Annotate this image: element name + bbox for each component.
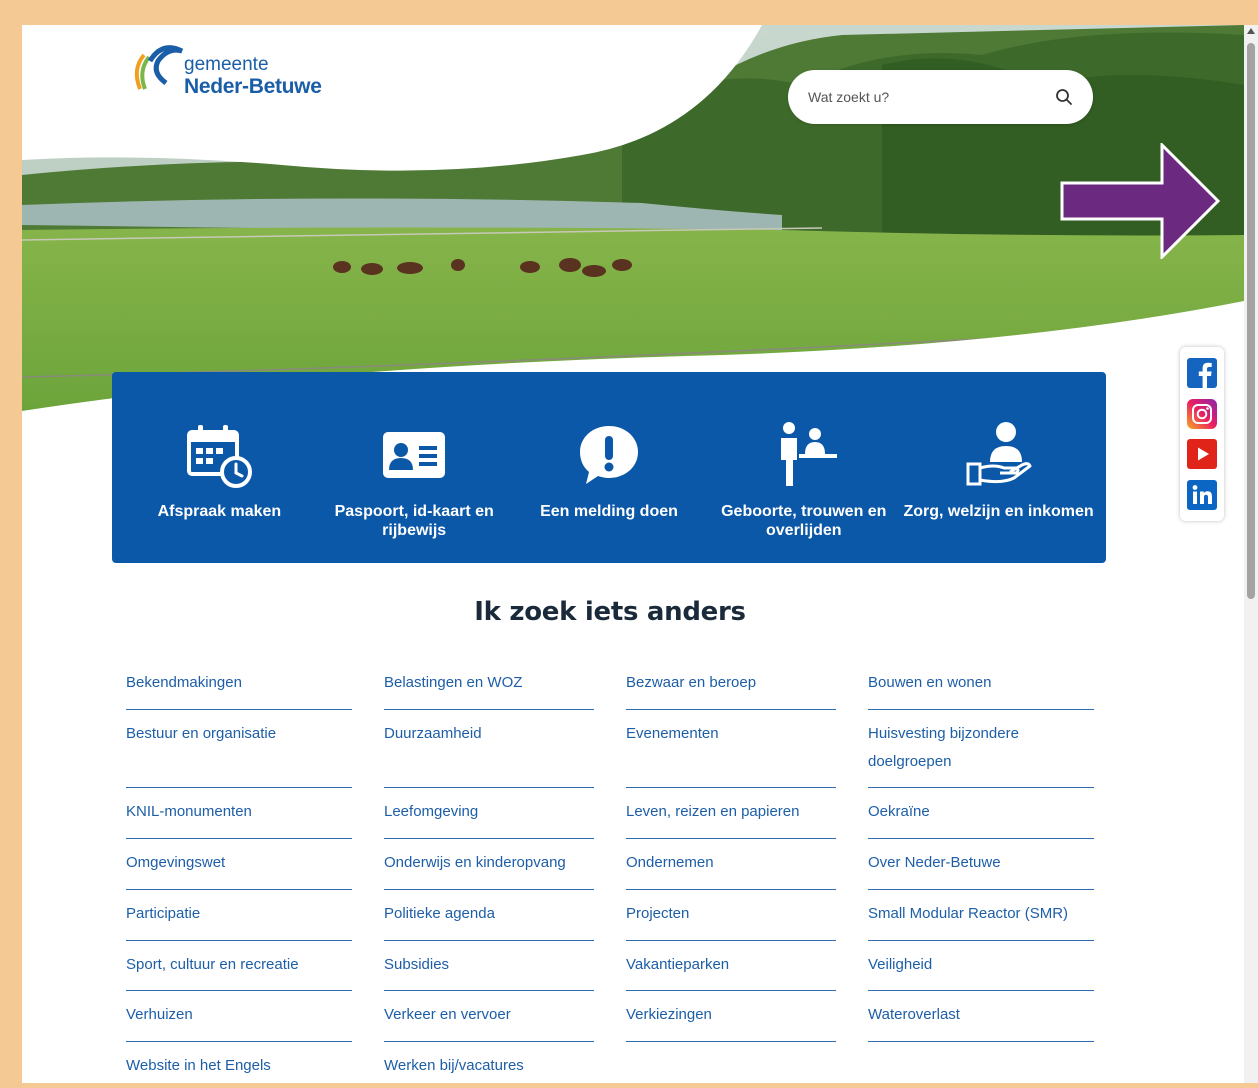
section-title: Ik zoek iets anders	[474, 597, 746, 627]
topic-link[interactable]: Wateroverlast	[868, 991, 1094, 1042]
topic-link[interactable]: Small Modular Reactor (SMR)	[868, 890, 1094, 941]
tile-label: Paspoort, id-kaart en rijbewijs	[334, 503, 494, 540]
tile-label: Geboorte, trouwen en overlijden	[721, 503, 887, 540]
topic-link[interactable]: Vakantieparken	[626, 941, 836, 992]
facebook-icon[interactable]	[1187, 358, 1217, 389]
annotation-arrow-icon	[1060, 143, 1221, 259]
tile-geboorte-trouwen-overlijden[interactable]: Geboorte, trouwen en overlijden	[706, 372, 901, 563]
tile-label: Een melding doen	[540, 503, 678, 520]
topic-link[interactable]: Website in het Engels	[126, 1042, 352, 1083]
tile-label: Zorg, welzijn en inkomen	[903, 503, 1094, 520]
topic-link[interactable]: Subsidies	[384, 941, 594, 992]
topic-link[interactable]: Over Neder-Betuwe	[868, 839, 1094, 890]
topic-link[interactable]: Verhuizen	[126, 991, 352, 1042]
topic-link[interactable]: Belastingen en WOZ	[384, 659, 594, 710]
search-icon[interactable]	[1055, 88, 1073, 106]
linkedin-icon[interactable]	[1187, 479, 1217, 510]
quick-tasks-panel: Afspraak maken Paspoort, id-kaart en rij…	[112, 372, 1106, 563]
search-input[interactable]	[808, 89, 1055, 105]
topic-links-grid: Bekendmakingen Belastingen en WOZ Bezwaa…	[126, 659, 1106, 1083]
topic-link[interactable]: Onderwijs en kinderopvang	[384, 839, 594, 890]
tile-afspraak-maken[interactable]: Afspraak maken	[122, 372, 317, 563]
topic-link[interactable]: Duurzaamheid	[384, 710, 594, 789]
hand-person-icon	[966, 422, 1032, 486]
exclamation-bubble-icon	[579, 426, 638, 484]
topic-link[interactable]: Werken bij/vacatures	[384, 1042, 594, 1083]
people-desk-icon	[780, 422, 837, 486]
topic-link[interactable]: Verkeer en vervoer	[384, 991, 594, 1042]
topic-link[interactable]: Veiligheid	[868, 941, 1094, 992]
topic-link[interactable]: Bezwaar en beroep	[626, 659, 836, 710]
search-box	[788, 70, 1093, 124]
hero-banner: gemeente Neder-Betuwe	[22, 25, 1244, 425]
topic-link[interactable]: Politieke agenda	[384, 890, 594, 941]
topic-link[interactable]: Bestuur en organisatie	[126, 710, 352, 789]
topic-link[interactable]: Projecten	[626, 890, 836, 941]
calendar-clock-icon	[187, 425, 253, 488]
logo-text-neder-betuwe: Neder-Betuwe	[184, 75, 322, 98]
scroll-up-arrow-icon[interactable]	[1247, 28, 1255, 34]
topic-link[interactable]: Sport, cultuur en recreatie	[126, 941, 352, 992]
scrollbar-thumb[interactable]	[1247, 43, 1255, 599]
topic-link[interactable]: Verkiezingen	[626, 991, 836, 1042]
topic-link[interactable]: Ondernemen	[626, 839, 836, 890]
tile-zorg-welzijn-inkomen[interactable]: Zorg, welzijn en inkomen	[901, 372, 1096, 563]
topic-link[interactable]: KNIL-monumenten	[126, 788, 352, 839]
browser-viewport: gemeente Neder-Betuwe Wat zoekt u? Afspr…	[22, 25, 1244, 1083]
topic-link[interactable]: Leven, reizen en papieren	[626, 788, 836, 839]
logo-text-gemeente: gemeente	[184, 54, 269, 75]
topic-link[interactable]: Oekraïne	[868, 788, 1094, 839]
tile-label: Afspraak maken	[157, 503, 282, 520]
topic-link[interactable]: Evenementen	[626, 710, 836, 789]
tile-paspoort-id-kaart-rijbewijs[interactable]: Paspoort, id-kaart en rijbewijs	[317, 372, 512, 563]
tile-een-melding-doen[interactable]: Een melding doen	[512, 372, 707, 563]
logo[interactable]: gemeente Neder-Betuwe	[122, 39, 322, 97]
social-media-bar	[1180, 347, 1224, 521]
vertical-scrollbar[interactable]	[1244, 25, 1258, 1083]
logo-swoosh-icon	[134, 45, 184, 90]
topic-link[interactable]: Participatie	[126, 890, 352, 941]
youtube-icon[interactable]	[1187, 439, 1217, 470]
topic-link[interactable]: Bouwen en wonen	[868, 659, 1094, 710]
instagram-icon[interactable]	[1187, 398, 1217, 429]
topic-link[interactable]: Omgevingswet	[126, 839, 352, 890]
topic-link[interactable]: Huisvesting bijzondere doelgroepen	[868, 710, 1094, 789]
topic-link[interactable]: Bekendmakingen	[126, 659, 352, 710]
topic-link[interactable]: Leefomgeving	[384, 788, 594, 839]
id-card-icon	[383, 432, 446, 478]
